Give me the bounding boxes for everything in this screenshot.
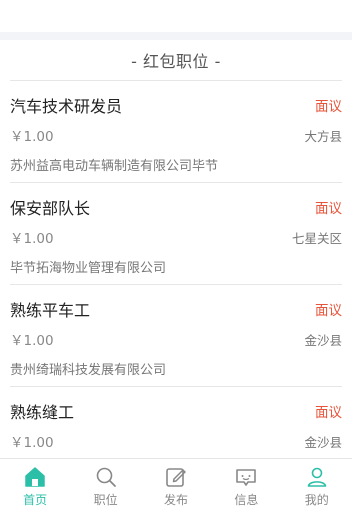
company-name: 苏州益高电动车辆制造有限公司毕节: [10, 159, 219, 174]
job-title: 保安部队长: [10, 199, 91, 218]
message-icon: [234, 465, 258, 489]
job-item[interactable]: 熟练平车工 面议 ￥1.00 金沙县 贵州绮瑞科技发展有限公司: [10, 285, 342, 387]
job-title: 熟练缝工: [10, 403, 75, 422]
job-item[interactable]: 保安部队长 面议 ￥1.00 七星关区 毕节拓海物业管理有限公司: [10, 183, 342, 285]
job-location: 金沙县: [304, 332, 342, 348]
tab-messages[interactable]: 信息: [211, 459, 281, 508]
company-name: 贵州绮瑞科技发展有限公司: [10, 363, 167, 378]
search-icon: [94, 465, 118, 489]
bottom-tab-bar: 首页 职位 发布 信息 我的: [0, 458, 352, 510]
tab-label: 信息: [234, 493, 259, 507]
job-item[interactable]: 汽车技术研发员 面议 ￥1.00 大方县 苏州益高电动车辆制造有限公司毕节: [10, 81, 342, 183]
top-blank-area: [0, 0, 352, 32]
job-location: 七星关区: [291, 230, 342, 246]
user-icon: [305, 465, 329, 489]
job-title: 汽车技术研发员: [10, 97, 123, 116]
section-title: - 红包职位 -: [131, 52, 221, 71]
tab-label: 职位: [93, 493, 118, 507]
tab-publish[interactable]: 发布: [141, 459, 211, 508]
company-name: 毕节拓海物业管理有限公司: [10, 261, 167, 276]
job-location: 金沙县: [304, 434, 342, 450]
tab-profile[interactable]: 我的: [282, 459, 352, 508]
job-salary: 面议: [315, 405, 342, 421]
edit-icon: [164, 465, 188, 489]
job-list: 汽车技术研发员 面议 ￥1.00 大方县 苏州益高电动车辆制造有限公司毕节 保安…: [0, 80, 352, 489]
home-icon: [23, 465, 47, 489]
job-location: 大方县: [304, 128, 342, 144]
red-packet-amount: ￥1.00: [10, 231, 54, 247]
tab-label: 我的: [304, 493, 329, 507]
job-salary: 面议: [315, 303, 342, 319]
section-gap: [0, 32, 352, 40]
tab-label: 发布: [163, 493, 188, 507]
red-packet-amount: ￥1.00: [10, 129, 54, 145]
job-salary: 面议: [315, 99, 342, 115]
tab-home[interactable]: 首页: [0, 459, 70, 508]
red-packet-amount: ￥1.00: [10, 435, 54, 451]
tab-jobs[interactable]: 职位: [71, 459, 141, 508]
red-packet-amount: ￥1.00: [10, 333, 54, 349]
job-salary: 面议: [315, 201, 342, 217]
tab-label: 首页: [23, 493, 48, 507]
job-title: 熟练平车工: [10, 301, 91, 320]
